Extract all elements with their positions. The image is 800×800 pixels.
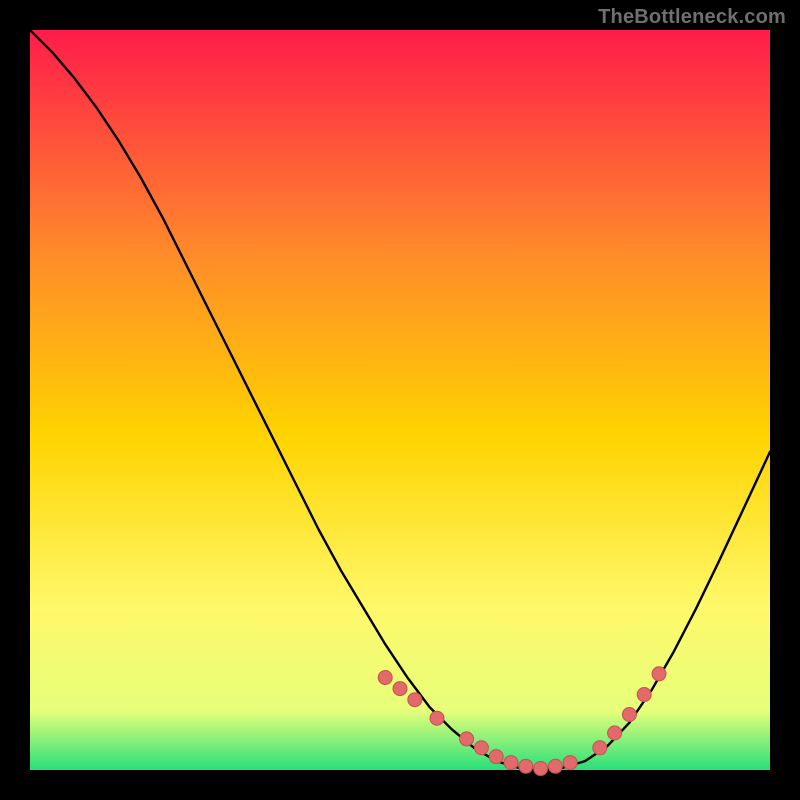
marker-point (563, 756, 577, 770)
marker-point (534, 762, 548, 776)
plot-background-gradient (30, 30, 770, 770)
bottleneck-plot (0, 0, 800, 800)
marker-point (378, 671, 392, 685)
marker-point (460, 732, 474, 746)
marker-point (430, 711, 444, 725)
marker-point (474, 741, 488, 755)
watermark-text: TheBottleneck.com (598, 6, 786, 29)
marker-point (637, 688, 651, 702)
marker-point (652, 667, 666, 681)
marker-point (408, 693, 422, 707)
marker-point (393, 682, 407, 696)
marker-point (622, 708, 636, 722)
marker-point (548, 759, 562, 773)
chart-stage: TheBottleneck.com (0, 0, 800, 800)
marker-point (608, 726, 622, 740)
marker-point (519, 759, 533, 773)
marker-point (489, 750, 503, 764)
marker-point (593, 741, 607, 755)
marker-point (504, 756, 518, 770)
